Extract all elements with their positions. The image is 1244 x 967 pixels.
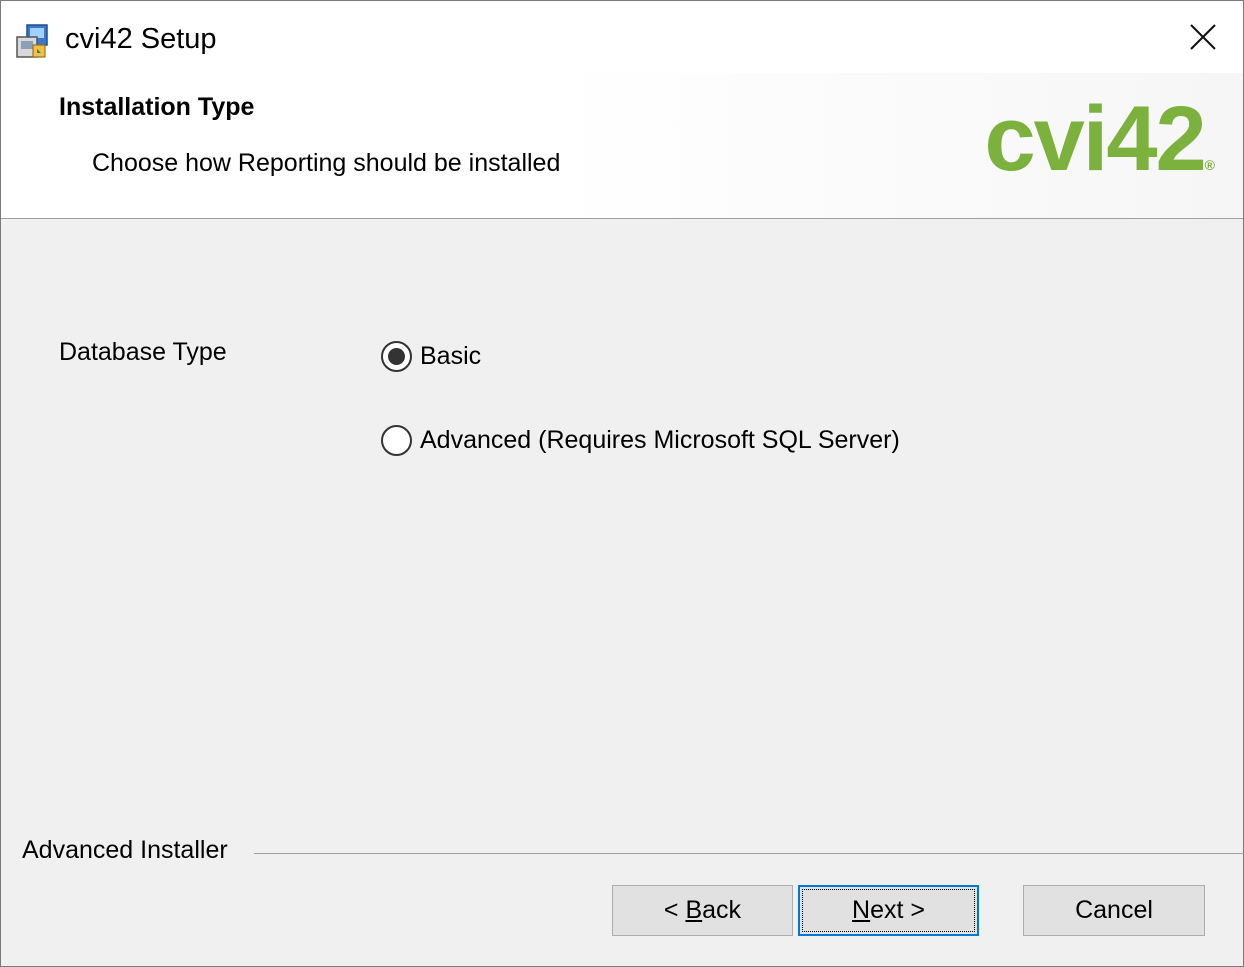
logo-registered-mark: ® — [1204, 157, 1215, 173]
close-button[interactable] — [1163, 1, 1243, 73]
header-banner: Installation Type Choose how Reporting s… — [1, 73, 1243, 219]
window-title: cvi42 Setup — [65, 23, 217, 55]
footer-divider — [254, 853, 1244, 854]
cancel-button[interactable]: Cancel — [1023, 885, 1205, 936]
logo-text: cvi42 — [984, 88, 1206, 190]
radio-button-checked[interactable] — [381, 341, 412, 372]
focus-rectangle — [802, 889, 975, 932]
radio-button-unchecked[interactable] — [381, 425, 412, 456]
radio-dot — [388, 348, 405, 365]
installer-icon — [16, 24, 48, 58]
radio-advanced-label[interactable]: Advanced (Requires Microsoft SQL Server) — [420, 426, 900, 455]
page-subtitle: Choose how Reporting should be installed — [92, 149, 561, 177]
back-prefix: < — [663, 896, 686, 924]
next-button[interactable]: Next > — [798, 885, 979, 936]
database-type-label: Database Type — [59, 338, 227, 366]
radio-basic-label[interactable]: Basic — [420, 342, 481, 371]
page-title: Installation Type — [59, 93, 255, 121]
cvi42-logo: cvi42® — [984, 93, 1215, 211]
radio-basic[interactable]: Basic — [381, 341, 481, 372]
installer-brand: Advanced Installer — [22, 836, 228, 864]
setup-window: cvi42 Setup Installation Type Choose how… — [0, 0, 1244, 967]
back-button[interactable]: < Back — [612, 885, 793, 936]
back-accelerator: B — [685, 896, 703, 924]
close-icon — [1190, 24, 1216, 50]
radio-advanced[interactable]: Advanced (Requires Microsoft SQL Server) — [381, 425, 900, 456]
back-label-rest: ack — [702, 896, 742, 924]
cancel-label: Cancel — [1075, 896, 1153, 924]
title-bar: cvi42 Setup — [1, 1, 1243, 73]
